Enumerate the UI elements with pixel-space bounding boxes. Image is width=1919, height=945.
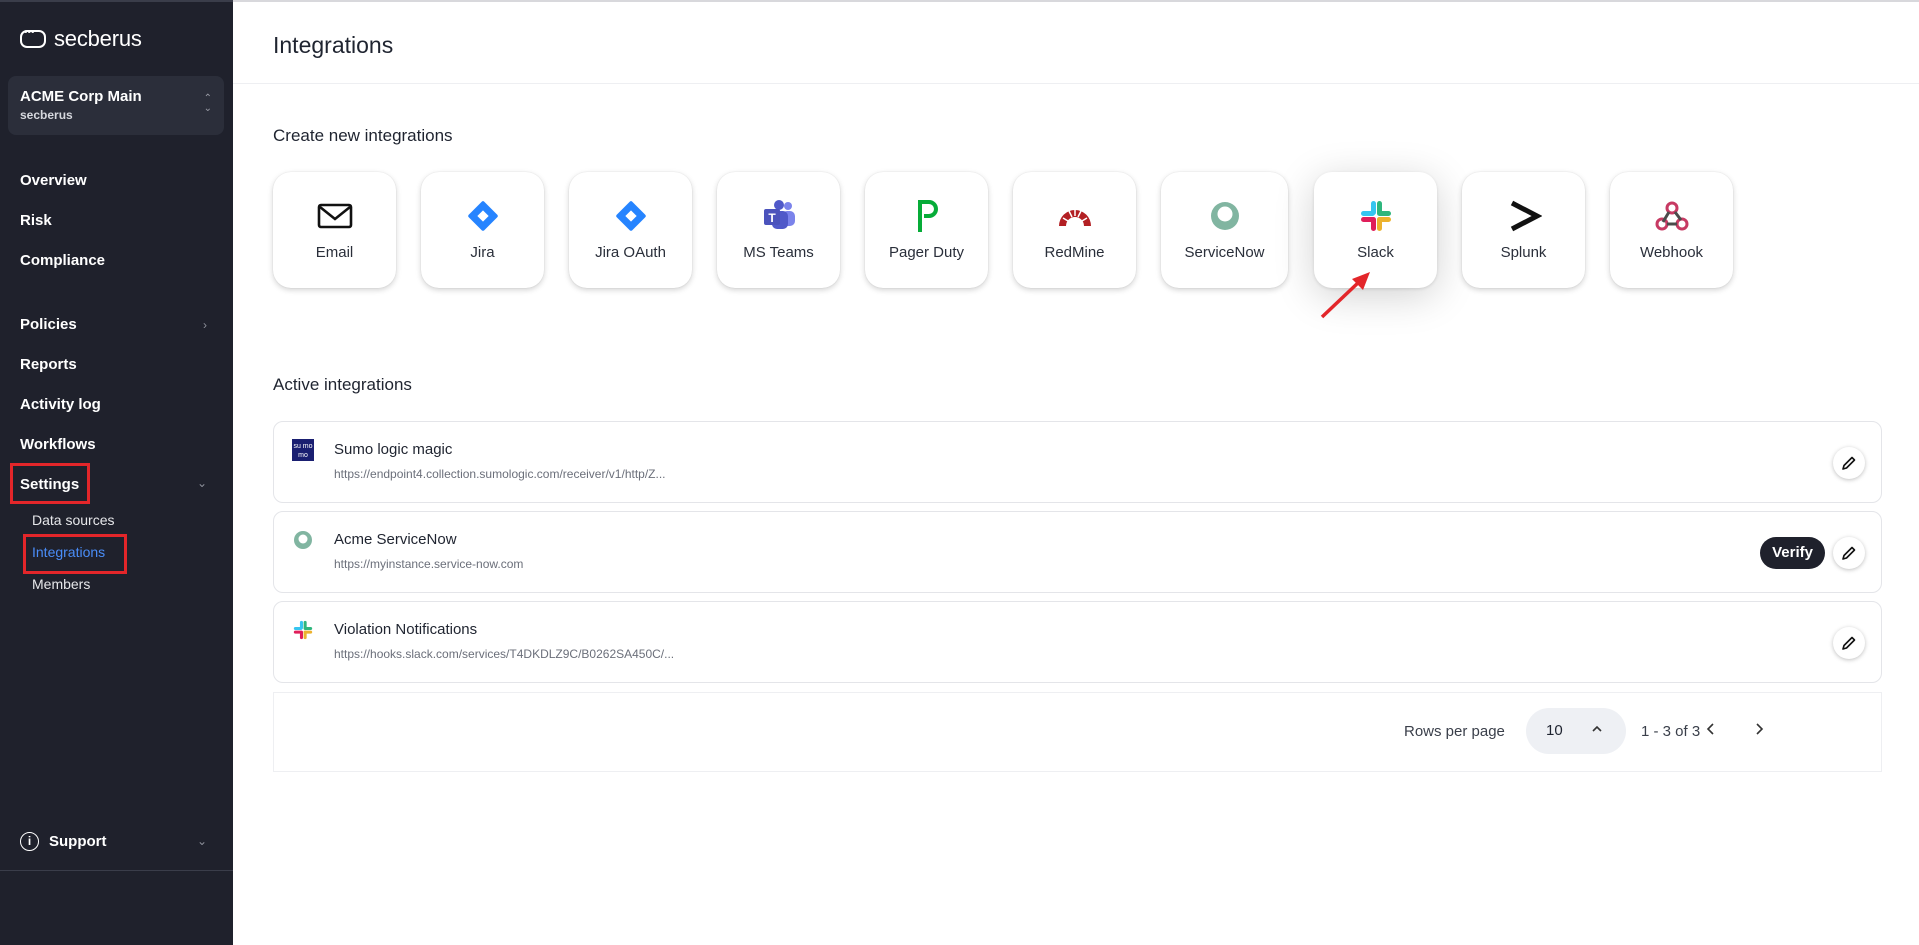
nav-support[interactable]: i Support: [20, 832, 107, 851]
pencil-icon: [1842, 456, 1856, 470]
nav-overview[interactable]: Overview: [20, 172, 87, 189]
chevron-updown-icon: ⌃ ⌄: [203, 93, 212, 114]
nav-data-sources[interactable]: Data sources: [32, 512, 114, 528]
active-integration-row[interactable]: su mo mo Sumo logic magic https://endpoin…: [273, 421, 1882, 503]
integration-card-ms-teams[interactable]: T MS Teams: [717, 172, 840, 288]
nav-activity-log[interactable]: Activity log: [20, 396, 101, 413]
integration-card-splunk[interactable]: Splunk: [1462, 172, 1585, 288]
support-label: Support: [49, 833, 107, 850]
integration-card-jira[interactable]: Jira: [421, 172, 544, 288]
integration-card-label: Splunk: [1500, 244, 1547, 261]
integration-card-webhook[interactable]: Webhook: [1610, 172, 1733, 288]
pencil-icon: [1842, 636, 1856, 650]
integration-name: Violation Notifications: [334, 621, 478, 638]
nav-workflows[interactable]: Workflows: [20, 436, 96, 453]
nav-reports[interactable]: Reports: [20, 356, 77, 373]
sumo-logic-icon: su mo mo: [292, 439, 314, 461]
integration-name: Sumo logic magic: [334, 441, 453, 458]
verify-button[interactable]: Verify: [1760, 537, 1825, 569]
rows-per-page-label: Rows per page: [1404, 723, 1505, 740]
integration-card-label: RedMine: [1044, 244, 1105, 261]
integration-url: https://endpoint4.collection.sumologic.c…: [334, 467, 666, 481]
integration-card-pager-duty[interactable]: Pager Duty: [865, 172, 988, 288]
rows-per-page-select[interactable]: 10: [1526, 708, 1626, 754]
svg-text:mo: mo: [298, 452, 308, 459]
active-integrations-title: Active integrations: [273, 375, 412, 394]
active-integration-row[interactable]: Violation Notifications https://hooks.sl…: [273, 601, 1882, 683]
integration-card-label: Jira: [470, 244, 495, 261]
integration-card-jira-oauth[interactable]: Jira OAuth: [569, 172, 692, 288]
integration-url: https://hooks.slack.com/services/T4DKDLZ…: [334, 647, 675, 661]
integration-card-redmine[interactable]: RedMine: [1013, 172, 1136, 288]
nav-risk[interactable]: Risk: [20, 212, 52, 229]
edit-button[interactable]: [1833, 627, 1865, 659]
integration-name: Acme ServiceNow: [334, 531, 457, 548]
chevron-right-icon: ›: [203, 318, 207, 332]
servicenow-icon: [294, 531, 312, 549]
pagination-range: 1 - 3 of 3: [1641, 723, 1701, 740]
pagination-bar: Rows per page 10 1 - 3 of 3: [273, 692, 1882, 772]
chevron-up-icon: [1592, 725, 1602, 732]
chevron-left-icon[interactable]: [1701, 719, 1721, 739]
sidebar: secberus ACME Corp Main secberus ⌃⌄ Over…: [0, 0, 233, 945]
chevron-down-icon: ⌄: [196, 834, 207, 848]
integration-card-label: Jira OAuth: [595, 244, 666, 261]
integration-card-label: Webhook: [1639, 244, 1704, 261]
integration-card-label: Email: [315, 244, 354, 261]
settings-highlight-box: [10, 463, 90, 504]
org-switcher[interactable]: ACME Corp Main secberus ⌃ ⌄: [8, 76, 224, 135]
nav-policies[interactable]: Policies: [20, 316, 77, 333]
svg-text:T: T: [768, 211, 776, 225]
active-integration-row[interactable]: Acme ServiceNow https://myinstance.servi…: [273, 511, 1882, 593]
create-integrations-title: Create new integrations: [273, 126, 453, 145]
integration-card-label: MS Teams: [743, 244, 814, 261]
info-icon: i: [20, 832, 39, 851]
org-name: ACME Corp Main: [20, 88, 142, 105]
integrations-highlight-box: [23, 534, 127, 574]
brand-logo[interactable]: secberus: [20, 26, 142, 52]
sidebar-divider: [0, 870, 233, 871]
org-subtitle: secberus: [20, 108, 73, 122]
envelope-icon: [317, 203, 352, 229]
ms-teams-icon: T: [763, 200, 795, 229]
integration-card-label: Pager Duty: [888, 244, 965, 261]
main-content: Integrations Create new integrations Ema…: [233, 0, 1919, 945]
splunk-icon: [1510, 200, 1542, 232]
integration-card-servicenow[interactable]: ServiceNow: [1161, 172, 1288, 288]
svg-text:su mo: su mo: [293, 443, 312, 450]
brand-name: secberus: [54, 26, 142, 51]
chevron-right-icon[interactable]: [1749, 719, 1769, 739]
pagerduty-icon: [917, 200, 938, 232]
slack-icon: [1360, 201, 1391, 231]
pencil-icon: [1842, 546, 1856, 560]
nav-members[interactable]: Members: [32, 576, 90, 592]
page-title: Integrations: [273, 32, 394, 58]
secberus-logo-icon: [20, 27, 46, 48]
header-divider: [233, 83, 1919, 84]
integration-url: https://myinstance.service-now.com: [334, 557, 524, 571]
integration-card-label: ServiceNow: [1184, 244, 1265, 261]
servicenow-icon: [1210, 202, 1239, 230]
redmine-icon: [1058, 209, 1091, 226]
nav-compliance[interactable]: Compliance: [20, 252, 105, 269]
chevron-down-icon: ⌄: [196, 476, 207, 490]
integration-card-email[interactable]: Email: [273, 172, 396, 288]
integration-card-label: Slack: [1357, 244, 1394, 261]
red-arrow-annotation: [1320, 272, 1370, 319]
edit-button[interactable]: [1833, 447, 1865, 479]
slack-icon: [293, 620, 313, 640]
rows-per-page-value: 10: [1546, 722, 1563, 739]
jira-icon: [467, 201, 498, 231]
jira-icon: [615, 201, 646, 231]
edit-button[interactable]: [1833, 537, 1865, 569]
webhook-icon: [1655, 201, 1688, 231]
